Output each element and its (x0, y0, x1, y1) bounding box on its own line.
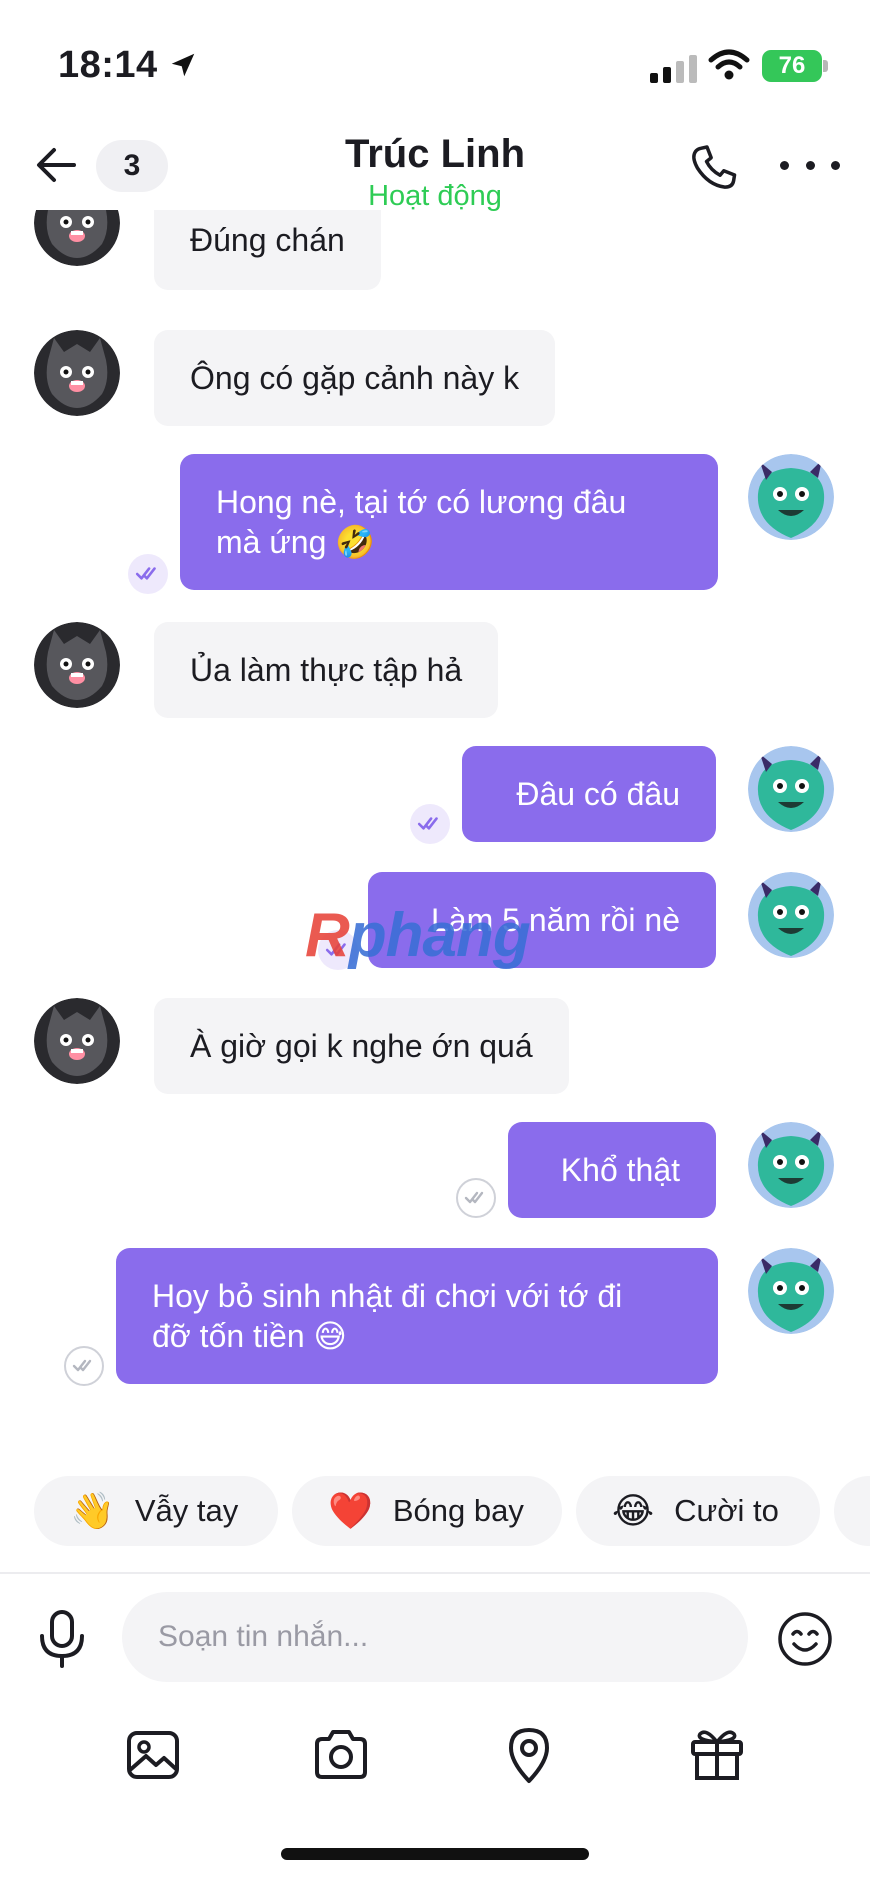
quick-reaction-label: Bóng bay (392, 1493, 524, 1528)
battery-tip (823, 60, 828, 72)
message-list[interactable]: Đúng chán Ông có gặp cảnh này k Hong nè,… (0, 210, 870, 1410)
contact-avatar[interactable] (34, 210, 120, 266)
quick-reaction-label: Vẫy tay (134, 1493, 239, 1528)
location-arrow-icon (171, 53, 195, 77)
incoming-message[interactable]: Ông có gặp cảnh này k (154, 330, 556, 426)
my-avatar[interactable] (748, 1248, 834, 1334)
my-avatar[interactable] (748, 872, 834, 958)
watermark-logo: Rphang (305, 901, 531, 970)
home-indicator[interactable] (281, 1848, 589, 1860)
gift-icon[interactable] (686, 1724, 748, 1786)
status-time: 18:14 (58, 44, 158, 86)
camera-icon[interactable] (310, 1724, 372, 1786)
contact-avatar[interactable] (34, 998, 120, 1084)
outgoing-message[interactable]: Đâu có đâu (462, 746, 716, 842)
sent-check-icon (456, 1178, 496, 1218)
outgoing-message[interactable]: Khổ thật (508, 1122, 716, 1218)
sent-check-icon (64, 1346, 104, 1386)
microphone-icon[interactable] (36, 1608, 88, 1670)
quick-reaction-more[interactable] (834, 1476, 870, 1546)
contact-avatar[interactable] (34, 330, 120, 416)
incoming-message[interactable]: Ủa làm thực tập hả (154, 622, 499, 718)
seen-check-icon (128, 554, 168, 594)
quick-reaction-laugh[interactable]: 😂 Cười to (576, 1476, 820, 1546)
message-line: Hoy bỏ sinh nhật đi chơi với tớ đi (152, 1278, 623, 1314)
location-pin-icon[interactable] (498, 1724, 560, 1786)
quick-reaction-wave[interactable]: 👋 Vẫy tay (34, 1476, 278, 1546)
my-avatar[interactable] (748, 746, 834, 832)
contact-avatar[interactable] (34, 622, 120, 708)
quick-reaction-label: Cười to (674, 1493, 779, 1528)
quick-reaction-heart[interactable]: ❤️ Bóng bay (292, 1476, 562, 1546)
outgoing-message[interactable]: Hoy bỏ sinh nhật đi chơi với tớ đi đỡ tố… (116, 1248, 718, 1384)
my-avatar[interactable] (748, 1122, 834, 1208)
laugh-emoji-icon: 😂 (612, 1490, 655, 1531)
heart-emoji-icon: ❤️ (328, 1490, 373, 1531)
wave-emoji-icon: 👋 (70, 1490, 115, 1531)
incoming-message[interactable]: À giờ gọi k nghe ớn quá (154, 998, 569, 1094)
outgoing-message[interactable]: Hong nè, tại tớ có lương đâu mà ứng 🤣 (180, 454, 718, 590)
message-line: mà ứng 🤣 (216, 524, 376, 560)
message-line: Hong nè, tại tớ có lương đâu (216, 484, 627, 520)
battery-indicator: 76 (762, 50, 822, 82)
phone-icon[interactable] (686, 140, 742, 196)
message-input[interactable] (156, 1619, 720, 1655)
seen-check-icon (410, 804, 450, 844)
signal-icon (650, 55, 697, 83)
image-icon[interactable] (122, 1724, 184, 1786)
message-line: đỡ tốn tiền 😅 (152, 1318, 347, 1354)
my-avatar[interactable] (748, 454, 834, 540)
emoji-icon[interactable] (776, 1610, 834, 1668)
incoming-message[interactable]: Đúng chán (154, 210, 381, 290)
message-input-container[interactable] (122, 1592, 748, 1682)
wifi-icon (708, 49, 750, 80)
divider (0, 1572, 870, 1574)
more-dots-icon[interactable] (780, 145, 840, 185)
